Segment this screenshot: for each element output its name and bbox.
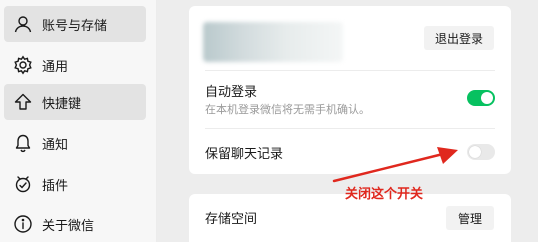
auto-login-toggle[interactable]	[467, 90, 495, 106]
keep-history-title: 保留聊天记录	[205, 147, 284, 162]
annotation-label: 关闭这个开关	[345, 187, 424, 202]
bell-icon	[12, 132, 34, 154]
person-icon	[12, 13, 34, 35]
account-row: 退出登录	[189, 6, 511, 70]
keep-history-toggle[interactable]	[467, 144, 495, 160]
sidebar-item-label: 关于微信	[42, 218, 95, 234]
gear-icon	[12, 54, 34, 76]
sidebar-item-account-storage[interactable]: 账号与存储	[4, 6, 146, 42]
sidebar-item-label: 账号与存储	[42, 18, 108, 34]
sidebar-item-notifications[interactable]: 通知	[4, 125, 146, 161]
sidebar-item-shortcuts[interactable]: 快捷键	[4, 84, 146, 120]
info-icon	[12, 213, 34, 235]
divider	[205, 128, 495, 129]
blurred-account-info	[203, 22, 343, 62]
toggle-knob	[481, 92, 493, 104]
sidebar-item-label: 快捷键	[42, 96, 82, 112]
manage-button[interactable]: 管理	[446, 206, 494, 230]
divider	[205, 70, 495, 71]
logout-button[interactable]: 退出登录	[424, 26, 494, 50]
settings-content: 退出登录 自动登录 在本机登录微信将无需手机确认。 保留聊天记录 存储空间 管理	[157, 0, 538, 242]
account-card: 退出登录 自动登录 在本机登录微信将无需手机确认。 保留聊天记录	[189, 6, 511, 174]
sidebar-item-label: 通知	[42, 137, 69, 153]
storage-title: 存储空间	[205, 212, 258, 227]
sidebar-item-label: 插件	[42, 178, 69, 194]
sidebar: 账号与存储 通用 快捷键 通知 插件 关于微信	[0, 0, 157, 242]
sidebar-item-general[interactable]: 通用	[4, 47, 146, 83]
sidebar-item-about[interactable]: 关于微信	[4, 206, 146, 242]
auto-login-title: 自动登录	[205, 85, 258, 100]
auto-login-subtitle: 在本机登录微信将无需手机确认。	[205, 103, 370, 116]
arrow-up-icon	[12, 91, 34, 113]
sidebar-item-label: 通用	[42, 59, 69, 75]
sidebar-item-plugins[interactable]: 插件	[4, 166, 146, 202]
plugin-icon	[12, 173, 34, 195]
toggle-knob	[469, 146, 481, 158]
